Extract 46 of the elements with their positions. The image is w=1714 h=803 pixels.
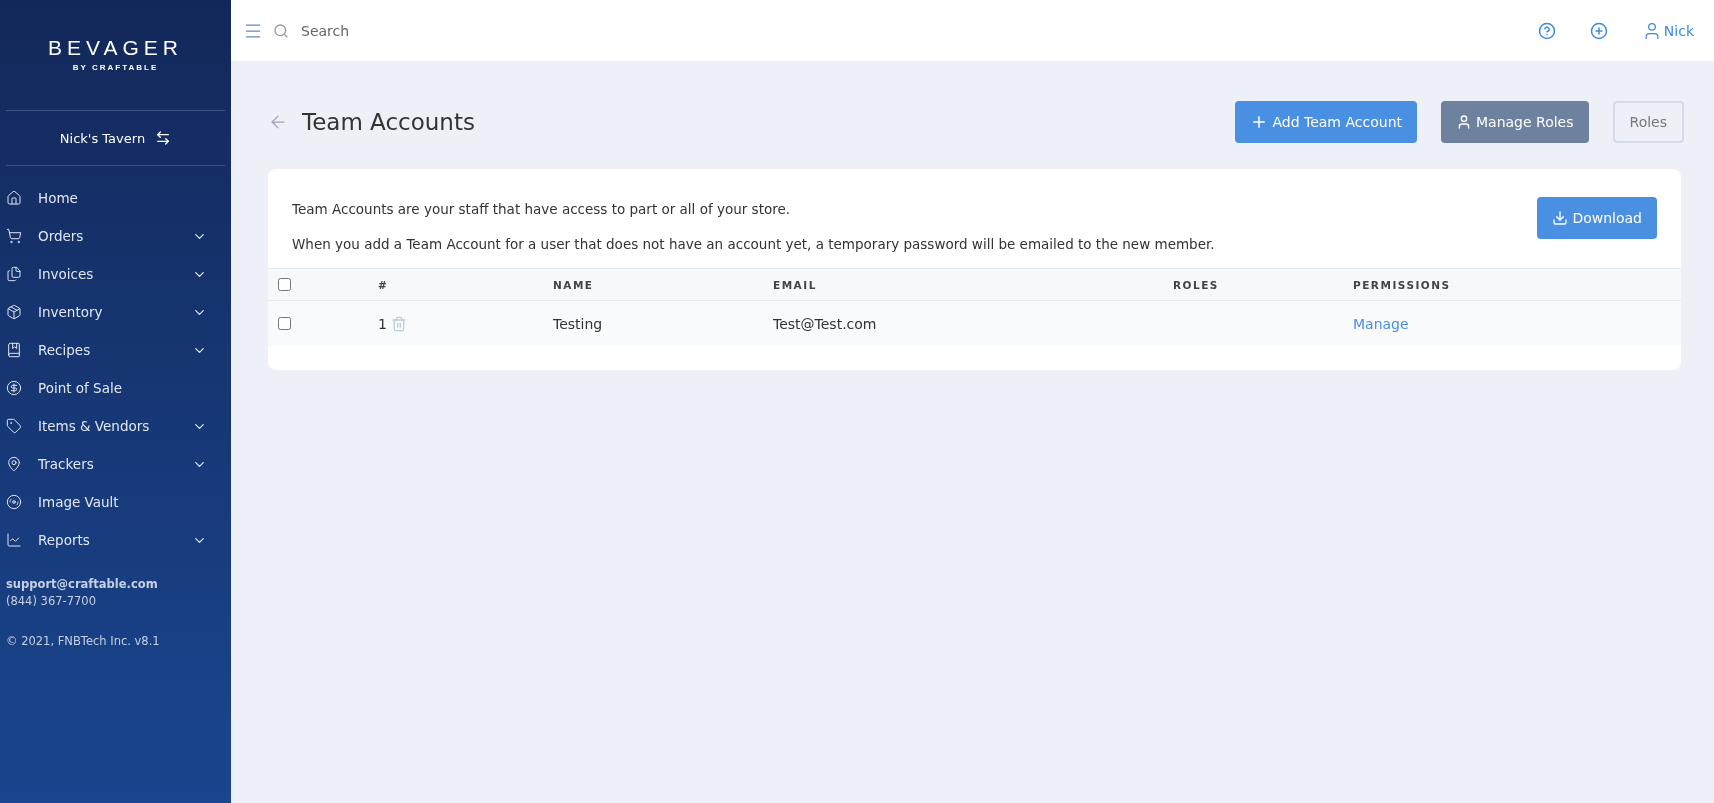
- download-icon: [1552, 210, 1569, 226]
- support-phone: (844) 367-7700: [6, 594, 97, 608]
- documents-icon: [6, 266, 22, 282]
- nav-item[interactable]: Image Vault: [0, 483, 231, 521]
- logo-title: BEVAGER: [48, 36, 183, 60]
- intro-text: Team Accounts are your staff that have access to part or all of your store.: [292, 201, 792, 217]
- nav-item[interactable]: Reports: [0, 521, 231, 559]
- map-pin-icon: [6, 456, 22, 472]
- select-all-checkbox[interactable]: [278, 278, 291, 291]
- dollar-icon: [6, 380, 22, 396]
- header-button[interactable]: Manage Roles: [1441, 101, 1589, 143]
- nav-item[interactable]: Trackers: [0, 445, 231, 483]
- table-cell-text: Test@Test.com: [773, 315, 878, 332]
- switch-store-icon[interactable]: [155, 130, 172, 146]
- page-title: Team Accounts: [302, 109, 476, 135]
- copyright: © 2021, FNBTech Inc. v8.1: [5, 633, 161, 648]
- cart-icon: [6, 228, 22, 244]
- nav-item[interactable]: Invoices: [0, 255, 231, 293]
- nav-item[interactable]: Recipes: [0, 331, 231, 369]
- table-cell-text: Testing: [553, 315, 604, 332]
- nav-item[interactable]: Home: [0, 179, 231, 217]
- search-icon: [273, 22, 289, 39]
- box-icon: [6, 304, 22, 320]
- store-name: Nick's Tavern: [59, 130, 146, 146]
- column-header: EMAIL: [773, 278, 818, 291]
- column-header: ROLES: [1173, 278, 1220, 291]
- row-number: 1: [378, 315, 387, 332]
- intro-text: When you add a Team Account for a user that does not have an account yet, a temporary password will be emailed to the new member.: [292, 236, 1216, 252]
- user-menu-button[interactable]: Nick: [1629, 20, 1706, 41]
- tag-icon: [6, 418, 22, 434]
- disc-icon: [6, 494, 22, 510]
- nav-item[interactable]: Inventory: [0, 293, 231, 331]
- column-header: PERMISSIONS: [1353, 278, 1452, 291]
- user-icon: [1456, 114, 1472, 130]
- nav-item[interactable]: Point of Sale: [0, 369, 231, 407]
- row-checkbox[interactable]: [278, 317, 291, 330]
- column-header: #: [378, 278, 390, 291]
- line-chart-icon: [6, 532, 22, 548]
- nav-item[interactable]: Orders: [0, 217, 231, 255]
- header-button[interactable]: Roles: [1612, 101, 1684, 143]
- logo-subtitle: BY CRAFTABLE: [72, 63, 159, 72]
- column-header: NAME: [553, 278, 595, 291]
- book-icon: [6, 342, 22, 358]
- support-email[interactable]: support@craftable.com: [6, 577, 225, 591]
- home-icon: [6, 190, 22, 206]
- nav-item[interactable]: Items & Vendors: [0, 407, 231, 445]
